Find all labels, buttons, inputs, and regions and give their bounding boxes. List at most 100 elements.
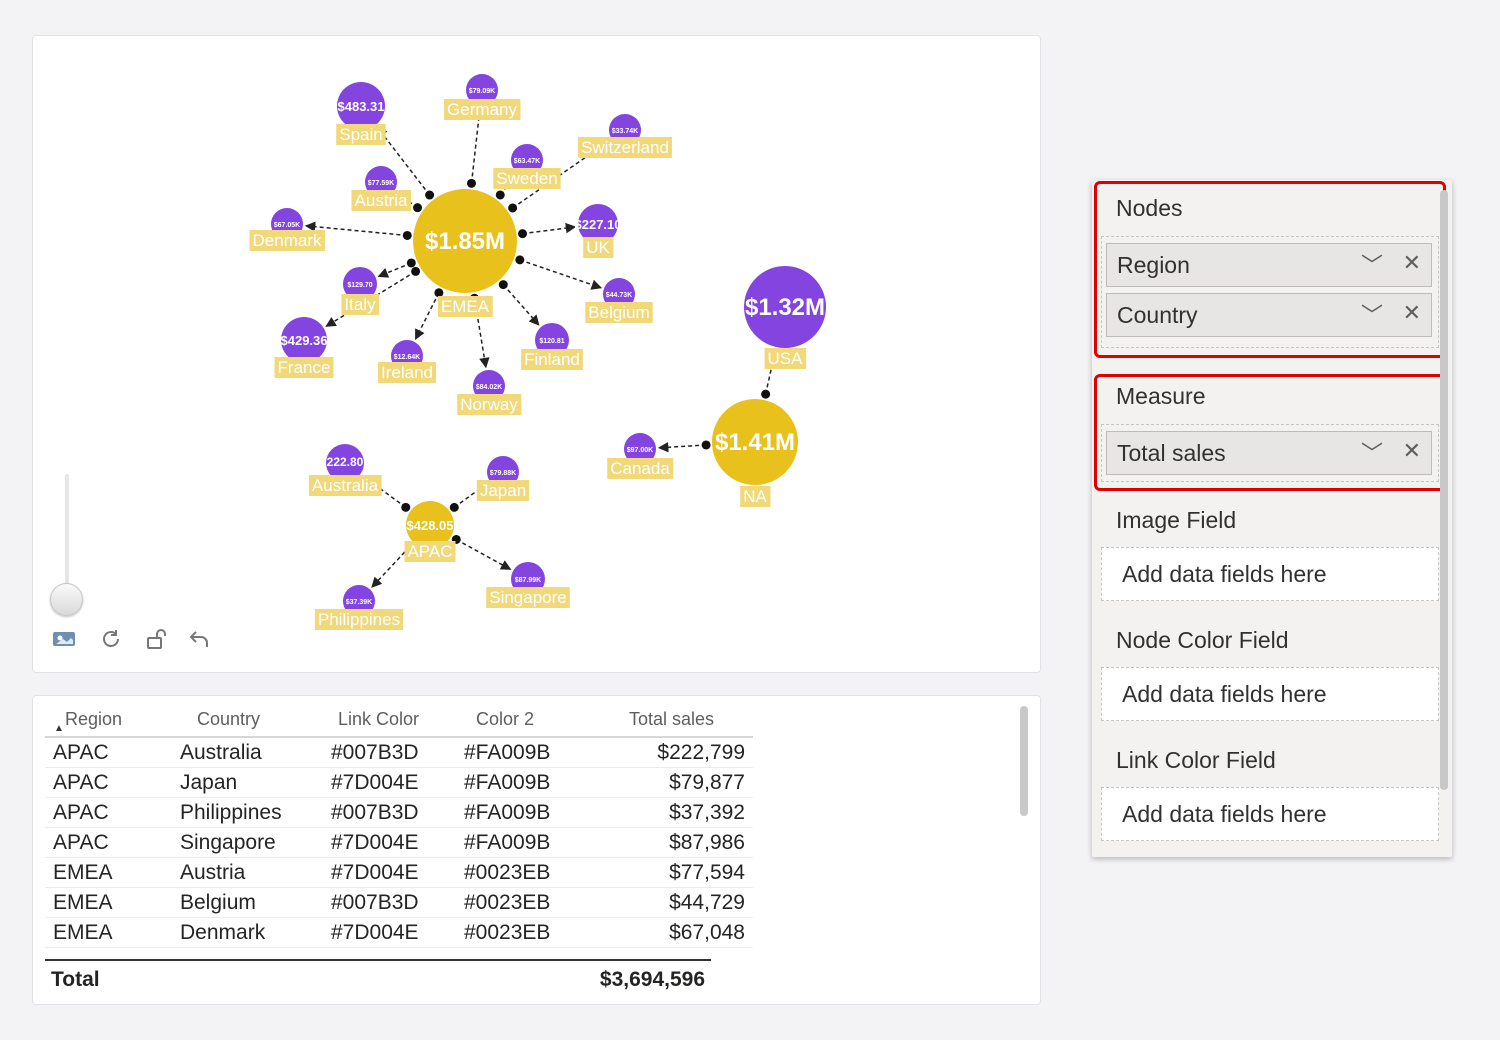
link-handle[interactable] xyxy=(434,288,444,298)
undo-icon[interactable] xyxy=(187,627,211,651)
link-handle[interactable] xyxy=(402,230,412,240)
table-cell: #0023EB xyxy=(456,917,584,948)
link-handle[interactable] xyxy=(425,190,435,200)
link-handle[interactable] xyxy=(498,280,508,290)
link-color-field-well[interactable]: Add data fields here xyxy=(1101,787,1439,841)
link-handle[interactable] xyxy=(449,502,459,512)
field-name: Country xyxy=(1117,302,1198,328)
node-france[interactable]: $429.36 xyxy=(281,317,328,363)
measure-well[interactable]: Total sales ﹀ ✕ xyxy=(1101,424,1439,482)
table-cell: APAC xyxy=(45,827,172,858)
node-name-label: USA xyxy=(768,349,804,368)
node-name-label: Sweden xyxy=(496,169,557,188)
link-handle[interactable] xyxy=(518,229,528,239)
link-handle[interactable] xyxy=(413,203,423,213)
link-handle[interactable] xyxy=(515,255,525,265)
node-value-label: $12.64K xyxy=(394,354,420,361)
link-na-canada[interactable] xyxy=(657,442,707,453)
node-usa[interactable]: $1.32M xyxy=(744,266,826,348)
column-header-region[interactable]: Region ▲ xyxy=(45,702,172,738)
link-emea-germany[interactable] xyxy=(470,107,485,184)
link-emea-italy[interactable] xyxy=(377,262,412,278)
table-cell: Denmark xyxy=(172,917,323,948)
node-spain[interactable]: $483.31 xyxy=(337,82,385,130)
network-graph-canvas[interactable]: $1.85M EMEA $1.41M NA $428.05 APAC $1.32M USA $9… xyxy=(33,36,1040,672)
field-name: Total sales xyxy=(1117,440,1226,466)
node-value-label: 222.80 xyxy=(327,455,364,469)
node-name-label: Belgium xyxy=(588,303,649,322)
table-cell: #007B3D xyxy=(323,797,456,828)
chevron-down-icon[interactable]: ﹀ xyxy=(1361,436,1383,468)
table-cell: #007B3D xyxy=(323,887,456,918)
image-field-label: Image Field xyxy=(1116,507,1237,533)
node-name-label: UK xyxy=(586,238,610,257)
fields-pane-scrollbar[interactable] xyxy=(1440,190,1448,790)
column-header-country[interactable]: Country xyxy=(172,702,323,738)
link-emea-belgium[interactable] xyxy=(519,259,603,290)
table-row: APAC Singapore #7D004E #FA009B $87,986 xyxy=(45,827,753,858)
link-handle[interactable] xyxy=(701,440,711,450)
column-header-total-sales[interactable]: Total sales xyxy=(584,702,753,738)
node-value-label: $44.73K xyxy=(606,292,632,299)
placeholder-text: Add data fields here xyxy=(1122,681,1327,707)
remove-field-icon[interactable]: ✕ xyxy=(1403,250,1421,276)
column-header-link-color[interactable]: Link Color xyxy=(323,702,456,738)
table-row: APAC Philippines #007B3D #FA009B $37,392 xyxy=(45,797,753,828)
node-color-field-label: Node Color Field xyxy=(1116,627,1289,653)
link-handle[interactable] xyxy=(406,258,416,268)
table-row: EMEA Belgium #007B3D #0023EB $44,729 xyxy=(45,887,753,918)
table-scrollbar[interactable] xyxy=(1020,706,1028,816)
zoom-slider-track[interactable] xyxy=(65,474,69,594)
remove-field-icon[interactable]: ✕ xyxy=(1403,300,1421,326)
table-cell: APAC xyxy=(45,767,172,798)
node-name-label: EMEA xyxy=(441,297,490,316)
image-icon[interactable] xyxy=(52,627,76,651)
nodes-field-country[interactable]: Country ﹀ ✕ xyxy=(1106,293,1432,337)
table-cell: EMEA xyxy=(45,887,172,918)
link-apac-singapore[interactable] xyxy=(455,538,512,571)
nodes-well[interactable]: Region ﹀ ✕ Country ﹀ ✕ xyxy=(1101,236,1439,348)
table-cell: #7D004E xyxy=(323,767,456,798)
remove-field-icon[interactable]: ✕ xyxy=(1403,438,1421,464)
table-cell: #FA009B xyxy=(456,827,584,858)
link-handle[interactable] xyxy=(411,266,421,276)
unlock-icon[interactable] xyxy=(145,627,169,651)
link-emea-uk[interactable] xyxy=(522,222,577,235)
node-value-label: $33.74K xyxy=(612,128,638,135)
node-name-label: Canada xyxy=(610,459,670,478)
node-name-label: Italy xyxy=(344,295,376,314)
image-field-well[interactable]: Add data fields here xyxy=(1101,547,1439,601)
measure-field-total-sales[interactable]: Total sales ﹀ ✕ xyxy=(1106,431,1432,475)
table-total-row: Total $3,694,596 xyxy=(45,959,711,999)
link-handle[interactable] xyxy=(495,190,505,200)
node-value-label: $63.47K xyxy=(514,158,540,165)
table-cell: $87,986 xyxy=(584,827,753,858)
node-emea[interactable]: $1.85M xyxy=(413,189,517,293)
node-name-label: NA xyxy=(743,487,767,506)
table-row: EMEA Austria #7D004E #0023EB $77,594 xyxy=(45,857,753,888)
column-header-color-2[interactable]: Color 2 xyxy=(456,702,584,738)
link-apac-philippines[interactable] xyxy=(371,546,411,588)
node-value-label: $37.39K xyxy=(346,599,372,606)
refresh-icon[interactable] xyxy=(99,627,123,651)
link-handle[interactable] xyxy=(401,502,411,512)
node-color-field-well[interactable]: Add data fields here xyxy=(1101,667,1439,721)
table-cell: #0023EB xyxy=(456,887,584,918)
table-cell: $37,392 xyxy=(584,797,753,828)
node-value-label: $67.05K xyxy=(274,222,300,229)
node-na[interactable]: $1.41M xyxy=(712,399,798,485)
link-handle[interactable] xyxy=(466,178,476,188)
link-handle[interactable] xyxy=(761,389,771,399)
sales-table: Region ▲ Country Link Color Color 2 Total… xyxy=(45,702,753,948)
node-value-label: $227.10 xyxy=(575,217,622,232)
nodes-field-region[interactable]: Region ﹀ ✕ xyxy=(1106,243,1432,287)
zoom-slider-thumb[interactable] xyxy=(50,583,83,616)
link-handle[interactable] xyxy=(508,203,518,213)
table-cell: #FA009B xyxy=(456,767,584,798)
chevron-down-icon[interactable]: ﹀ xyxy=(1361,248,1383,280)
link-emea-ireland[interactable] xyxy=(414,292,440,340)
network-graph-visual[interactable]: $1.85M EMEA $1.41M NA $428.05 APAC $1.32M USA $9… xyxy=(32,35,1041,673)
node-value-label: $79.88K xyxy=(490,470,516,477)
chevron-down-icon[interactable]: ﹀ xyxy=(1361,298,1383,330)
link-emea-finland[interactable] xyxy=(502,284,540,326)
